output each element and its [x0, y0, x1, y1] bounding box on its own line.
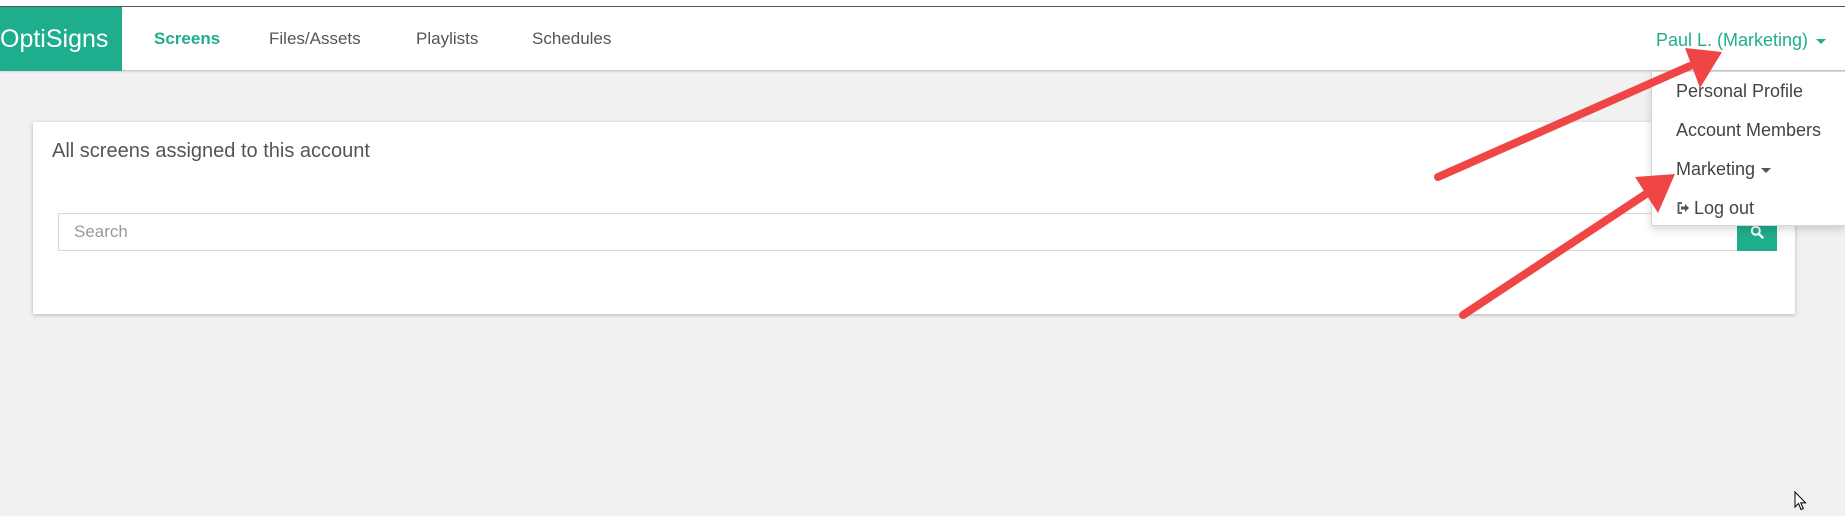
- user-menu-label: Paul L. (Marketing): [1655, 30, 1808, 50]
- user-menu-toggle[interactable]: Paul L. (Marketing): [1656, 7, 1826, 71]
- menu-item-marketing-label: Marketing: [1676, 159, 1756, 179]
- caret-down-icon: [1761, 167, 1772, 173]
- search-input[interactable]: [58, 213, 1737, 251]
- nav-link-playlists[interactable]: Playlists: [416, 7, 478, 71]
- menu-item-marketing[interactable]: Marketing: [1676, 159, 1772, 180]
- logout-icon: [1677, 202, 1689, 214]
- user-dropdown-menu: Personal Profile Account Members Marketi…: [1651, 71, 1845, 226]
- mouse-cursor-icon: [1794, 491, 1807, 511]
- menu-item-log-out[interactable]: Log out: [1676, 198, 1754, 219]
- menu-item-log-out-label: Log out: [1694, 198, 1755, 218]
- nav-link-schedules[interactable]: Schedules: [532, 7, 611, 71]
- brand-logo[interactable]: OptiSigns: [0, 7, 122, 71]
- menu-item-account-members[interactable]: Account Members: [1676, 120, 1821, 141]
- nav-link-screens[interactable]: Screens: [154, 7, 220, 71]
- menu-item-personal-profile[interactable]: Personal Profile: [1676, 81, 1803, 102]
- screens-panel: All screens assigned to this account: [33, 122, 1795, 314]
- window-top-edge: [0, 0, 1845, 7]
- nav-link-files-assets[interactable]: Files/Assets: [269, 7, 361, 71]
- caret-down-icon: [1816, 38, 1826, 44]
- panel-title: All screens assigned to this account: [52, 140, 370, 162]
- top-navbar: OptiSigns Screens Files/Assets Playlists…: [0, 7, 1845, 71]
- search-icon: [1750, 225, 1764, 239]
